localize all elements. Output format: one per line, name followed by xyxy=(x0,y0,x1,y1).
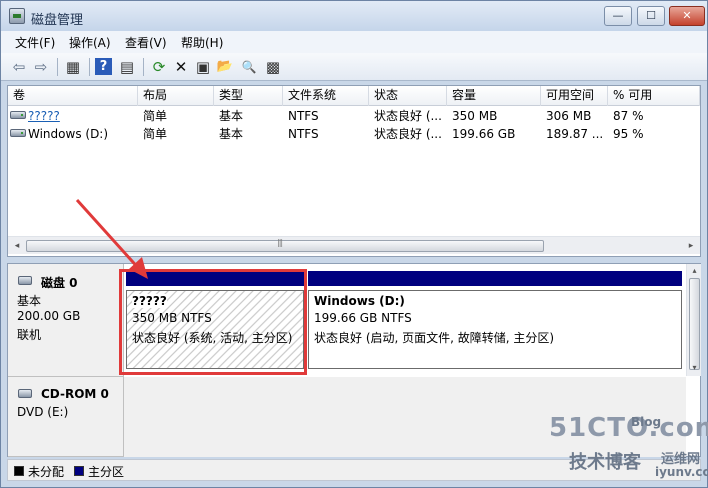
disk-0-type: 基本 xyxy=(17,294,42,308)
volume-type: 基本 xyxy=(219,109,244,123)
volume-status: 状态良好 (... xyxy=(374,127,442,141)
volume-name: Windows (D:) xyxy=(28,127,109,141)
volume-layout: 简单 xyxy=(143,127,168,141)
help-icon[interactable]: ? xyxy=(95,58,112,75)
refresh-icon[interactable]: ⟳ xyxy=(149,57,169,77)
volume-capacity: 350 MB xyxy=(452,109,498,123)
volume-capacity: 199.66 GB xyxy=(452,127,516,141)
volume-icon xyxy=(10,129,26,137)
minimize-button[interactable]: — xyxy=(604,6,632,26)
disk-icon xyxy=(18,276,32,285)
volume-filesystem: NTFS xyxy=(288,109,319,123)
column-free-space[interactable]: 可用空间 xyxy=(541,86,608,106)
toolbar: ⇦ ⇨ ▦ ? ▤ ⟳ ✕ ▣ 📂 🔍 ▩ xyxy=(1,53,707,81)
properties-icon[interactable]: ▣ xyxy=(193,57,213,77)
show-hide-tree-icon[interactable]: ▦ xyxy=(63,57,83,77)
primary-partition-stripe xyxy=(308,271,682,286)
maximize-button[interactable]: ☐ xyxy=(637,6,665,26)
toolbar-separator xyxy=(143,58,144,76)
watermark-site: 51CTO.com xyxy=(549,413,708,443)
cdrom-type: DVD (E:) xyxy=(17,405,69,419)
volume-status: 状态良好 (... xyxy=(374,109,442,123)
unallocated-swatch xyxy=(14,466,24,476)
column-capacity[interactable]: 容量 xyxy=(447,86,541,106)
watermark-domain: iyunv.com xyxy=(655,465,708,479)
settings-icon[interactable]: ▩ xyxy=(263,57,283,77)
toolbar-separator xyxy=(89,58,90,76)
partition-size: 199.66 GB NTFS xyxy=(314,311,412,325)
table-row[interactable]: ????? 简单 基本 NTFS 状态良好 (... 350 MB 306 MB… xyxy=(8,107,700,125)
volume-layout: 简单 xyxy=(143,109,168,123)
partition-status: 状态良好 (启动, 页面文件, 故障转储, 主分区) xyxy=(314,331,555,345)
scroll-down-icon[interactable]: ▾ xyxy=(688,362,701,374)
column-layout[interactable]: 布局 xyxy=(138,86,214,106)
volume-list: 卷 布局 类型 文件系统 状态 容量 可用空间 % 可用 ????? 简单 基本… xyxy=(7,85,701,257)
disk-0-name: 磁盘 0 xyxy=(41,276,78,290)
legend-primary: 主分区 xyxy=(88,465,125,479)
forward-icon[interactable]: ⇨ xyxy=(31,57,51,77)
volume-free-space: 306 MB xyxy=(546,109,592,123)
disk-0-state: 联机 xyxy=(17,328,42,342)
volume-type: 基本 xyxy=(219,127,244,141)
highlight-box xyxy=(119,269,307,375)
volume-name: ????? xyxy=(28,109,60,123)
title-bar: 磁盘管理 — ☐ ✕ xyxy=(1,1,707,31)
volume-list-header: 卷 布局 类型 文件系统 状态 容量 可用空间 % 可用 xyxy=(8,86,700,106)
scroll-up-icon[interactable]: ▴ xyxy=(688,265,701,277)
open-folder-icon[interactable]: 📂 xyxy=(215,57,235,77)
volume-filesystem: NTFS xyxy=(288,127,319,141)
column-type[interactable]: 类型 xyxy=(214,86,283,106)
column-volume[interactable]: 卷 xyxy=(8,86,138,106)
column-filesystem[interactable]: 文件系统 xyxy=(283,86,369,106)
menu-file[interactable]: 文件(F) xyxy=(15,34,55,51)
back-icon[interactable]: ⇦ xyxy=(9,57,29,77)
delete-icon[interactable]: ✕ xyxy=(171,57,191,77)
menu-view[interactable]: 查看(V) xyxy=(125,34,167,51)
volume-percent-free: 87 % xyxy=(613,109,644,123)
disk-management-icon xyxy=(9,8,25,24)
column-status[interactable]: 状态 xyxy=(369,86,447,106)
partition-windows-d[interactable]: Windows (D:) 199.66 GB NTFS 状态良好 (启动, 页面… xyxy=(308,290,682,369)
vertical-scrollbar[interactable]: ▴ ▾ xyxy=(686,264,701,376)
horizontal-scrollbar[interactable]: ◂ ▸ xyxy=(8,236,700,254)
table-row[interactable]: Windows (D:) 简单 基本 NTFS 状态良好 (... 199.66… xyxy=(8,125,700,143)
scroll-left-icon[interactable]: ◂ xyxy=(10,239,24,253)
menu-help[interactable]: 帮助(H) xyxy=(181,34,223,51)
partition-name: Windows (D:) xyxy=(314,294,405,308)
disk-0-size: 200.00 GB xyxy=(17,309,81,323)
action-pane-icon[interactable]: ▤ xyxy=(117,57,137,77)
scroll-thumb[interactable] xyxy=(26,238,544,252)
window-title: 磁盘管理 xyxy=(31,13,84,28)
volume-free-space: 189.87 ... xyxy=(546,127,604,141)
cdrom-0-label[interactable]: CD-ROM 0 DVD (E:) xyxy=(8,377,124,457)
scroll-right-icon[interactable]: ▸ xyxy=(684,239,698,253)
watermark-blog-tag: Blog xyxy=(631,415,662,429)
primary-partition-swatch xyxy=(74,466,84,476)
scroll-thumb[interactable] xyxy=(689,278,700,370)
watermark-blog: 技术博客 xyxy=(569,452,641,473)
cdrom-name: CD-ROM 0 xyxy=(41,387,109,401)
menu-action[interactable]: 操作(A) xyxy=(69,34,111,51)
search-icon[interactable]: 🔍 xyxy=(239,57,259,77)
disk-0-label[interactable]: 磁盘 0 基本 200.00 GB 联机 xyxy=(8,264,124,377)
volume-icon xyxy=(10,111,26,119)
disk-management-window: 磁盘管理 — ☐ ✕ 文件(F) 操作(A) 查看(V) 帮助(H) ⇦ ⇨ ▦… xyxy=(0,0,708,488)
legend-unallocated: 未分配 xyxy=(28,465,65,479)
volume-percent-free: 95 % xyxy=(613,127,644,141)
close-button[interactable]: ✕ xyxy=(669,6,705,26)
cdrom-icon xyxy=(18,389,32,398)
menu-bar: 文件(F) 操作(A) 查看(V) 帮助(H) xyxy=(1,31,707,53)
column-percent-free[interactable]: % 可用 xyxy=(608,86,700,106)
toolbar-separator xyxy=(57,58,58,76)
